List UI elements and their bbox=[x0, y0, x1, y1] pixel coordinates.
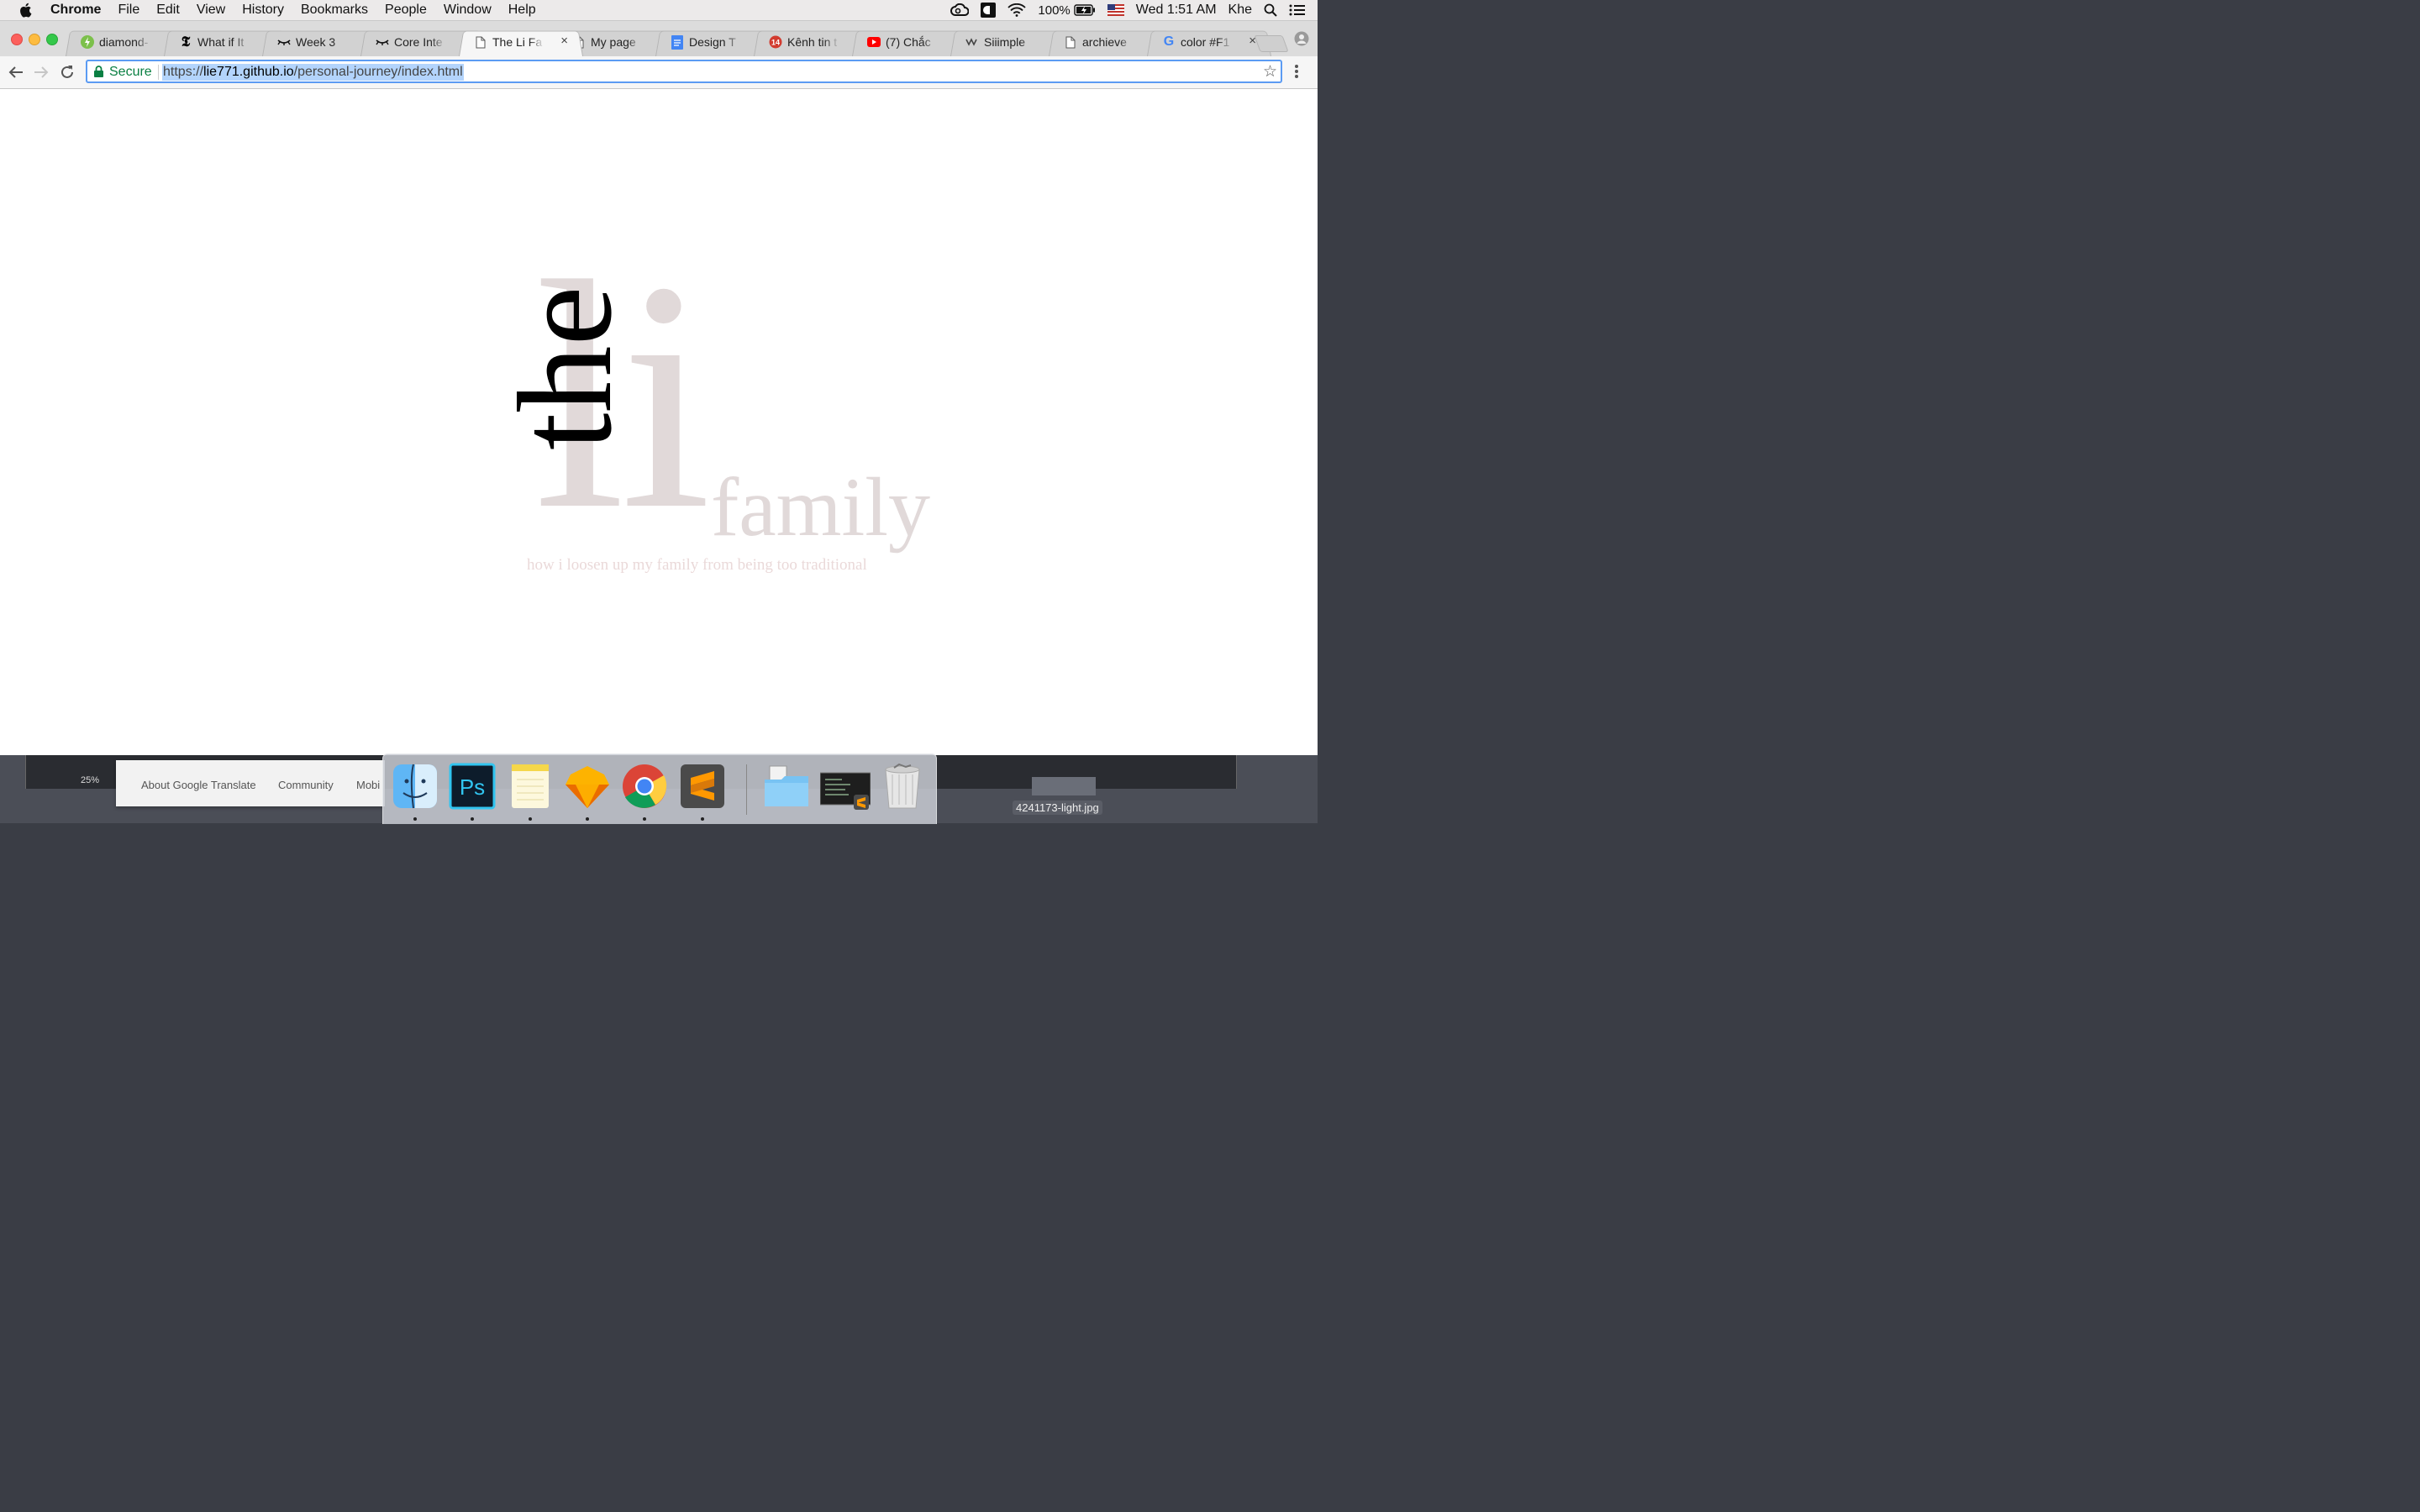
nyt-icon: 𝕿 bbox=[181, 34, 191, 50]
tab-title: What if It bbox=[197, 35, 245, 49]
page-content: li the family how i loosen up my family … bbox=[0, 89, 1318, 755]
divider bbox=[158, 65, 159, 80]
dock-separator bbox=[746, 764, 747, 815]
tab-title: My page bbox=[591, 35, 636, 49]
apple-menu-icon[interactable] bbox=[0, 3, 50, 18]
app-tray-icon[interactable] bbox=[981, 3, 997, 18]
downloads-folder-icon[interactable] bbox=[763, 763, 810, 810]
about-google-translate-link[interactable]: About Google Translate bbox=[141, 779, 256, 791]
menu-window[interactable]: Window bbox=[435, 3, 500, 18]
news-icon: 14 bbox=[769, 35, 782, 49]
youtube-icon bbox=[867, 35, 881, 49]
address-bar[interactable]: Secure https://lie771.github.io/personal… bbox=[86, 60, 1282, 83]
tab-title: Core Inte bbox=[394, 35, 443, 49]
chrome-menu-icon[interactable] bbox=[1294, 64, 1299, 83]
google-docs-icon bbox=[671, 34, 684, 50]
community-link[interactable]: Community bbox=[278, 779, 334, 791]
tab-title: Design T bbox=[689, 35, 736, 49]
profile-avatar-icon[interactable] bbox=[1294, 31, 1309, 50]
desktop-file-label[interactable]: 4241173-light.jpg bbox=[1013, 801, 1102, 815]
logo-family: family bbox=[711, 460, 931, 554]
tab-title: Week 3 bbox=[296, 35, 336, 49]
secure-label[interactable]: Secure bbox=[109, 65, 152, 80]
zoom-level: 25% bbox=[81, 775, 100, 785]
svg-text:Ps: Ps bbox=[460, 774, 485, 800]
trash-icon[interactable] bbox=[879, 763, 926, 810]
tab-title: color #F1 bbox=[1181, 35, 1230, 49]
tab-strip: diamond- × 𝕿 What if It × Week 3 × Core … bbox=[0, 21, 1318, 56]
battery-icon[interactable] bbox=[1074, 4, 1096, 16]
bookmark-star-icon[interactable]: ☆ bbox=[1263, 62, 1277, 81]
tab-title: Kênh tin t bbox=[787, 35, 838, 49]
menu-history[interactable]: History bbox=[234, 3, 292, 18]
eye-icon bbox=[376, 35, 389, 49]
menu-people[interactable]: People bbox=[376, 3, 435, 18]
user-name[interactable]: Khe bbox=[1228, 3, 1252, 18]
google-translate-footer: About Google Translate Community Mobi bbox=[116, 760, 385, 806]
photoshop-icon[interactable]: Ps bbox=[449, 763, 496, 810]
notes-icon[interactable] bbox=[507, 763, 554, 810]
chrome-icon[interactable] bbox=[621, 763, 668, 810]
tab-title: (7) Chắc bbox=[886, 35, 931, 49]
finder-icon[interactable] bbox=[392, 763, 439, 810]
menu-file[interactable]: File bbox=[109, 3, 148, 18]
tab-title: Siiimple bbox=[984, 35, 1026, 49]
tab-title: archieve bbox=[1082, 35, 1127, 49]
forward-arrow-icon[interactable] bbox=[33, 64, 50, 81]
sketch-icon[interactable] bbox=[564, 763, 611, 810]
menu-view[interactable]: View bbox=[188, 3, 234, 18]
menu-edit[interactable]: Edit bbox=[148, 3, 188, 18]
eye-icon bbox=[277, 35, 291, 49]
us-flag-icon[interactable] bbox=[1107, 4, 1124, 16]
screenshot-stack-icon[interactable] bbox=[819, 763, 871, 810]
url-scheme: https:// bbox=[163, 65, 204, 79]
svg-text:14: 14 bbox=[771, 39, 780, 47]
spotlight-search-icon[interactable] bbox=[1264, 3, 1277, 17]
tagline: how i loosen up my family from being too… bbox=[527, 556, 867, 574]
battery-percent: 100% bbox=[1038, 3, 1071, 18]
browser-toolbar: Secure https://lie771.github.io/personal… bbox=[0, 56, 1318, 89]
logo-the: the bbox=[490, 286, 639, 450]
menu-bar: Chrome File Edit View History Bookmarks … bbox=[0, 0, 1318, 21]
page-icon bbox=[1064, 35, 1077, 49]
notification-center-icon[interactable] bbox=[1289, 3, 1306, 17]
url-text[interactable]: https://lie771.github.io/personal-journe… bbox=[162, 64, 464, 81]
menu-app-chrome[interactable]: Chrome bbox=[50, 3, 109, 18]
reload-icon[interactable] bbox=[59, 64, 76, 81]
close-tab-icon[interactable]: × bbox=[560, 34, 568, 48]
green-bolt-icon bbox=[81, 35, 94, 49]
menu-bookmarks[interactable]: Bookmarks bbox=[292, 3, 376, 18]
desktop-file-thumbnail[interactable] bbox=[1032, 777, 1096, 795]
wifi-icon[interactable] bbox=[1007, 3, 1027, 17]
mobile-link[interactable]: Mobi bbox=[356, 779, 380, 791]
url-path: /personal-journey/index.html bbox=[293, 65, 463, 79]
tab-title: diamond- bbox=[99, 35, 149, 49]
tab-the-li-family[interactable]: The Li Fa × bbox=[459, 29, 583, 56]
clock[interactable]: Wed 1:51 AM bbox=[1136, 3, 1217, 18]
google-icon: G bbox=[1163, 34, 1175, 49]
close-window-button[interactable] bbox=[11, 34, 23, 45]
dock: Ps bbox=[382, 753, 937, 824]
page-icon bbox=[474, 35, 487, 49]
url-host: lie771.github.io bbox=[203, 65, 294, 79]
creative-cloud-icon[interactable] bbox=[950, 3, 970, 17]
new-tab-button[interactable] bbox=[1254, 35, 1289, 52]
sublime-text-icon[interactable] bbox=[679, 763, 726, 810]
siiimple-icon bbox=[965, 35, 979, 49]
zoom-window-button[interactable] bbox=[46, 34, 58, 45]
lock-icon bbox=[94, 66, 103, 81]
menu-help[interactable]: Help bbox=[500, 3, 544, 18]
tab-title: The Li Fa bbox=[492, 35, 543, 49]
tab-color-search[interactable]: G color #F1 × bbox=[1147, 29, 1271, 56]
minimize-window-button[interactable] bbox=[29, 34, 40, 45]
menu-extras: 100% Wed 1:51 AM Khe bbox=[950, 0, 1318, 20]
back-arrow-icon[interactable] bbox=[8, 64, 24, 81]
